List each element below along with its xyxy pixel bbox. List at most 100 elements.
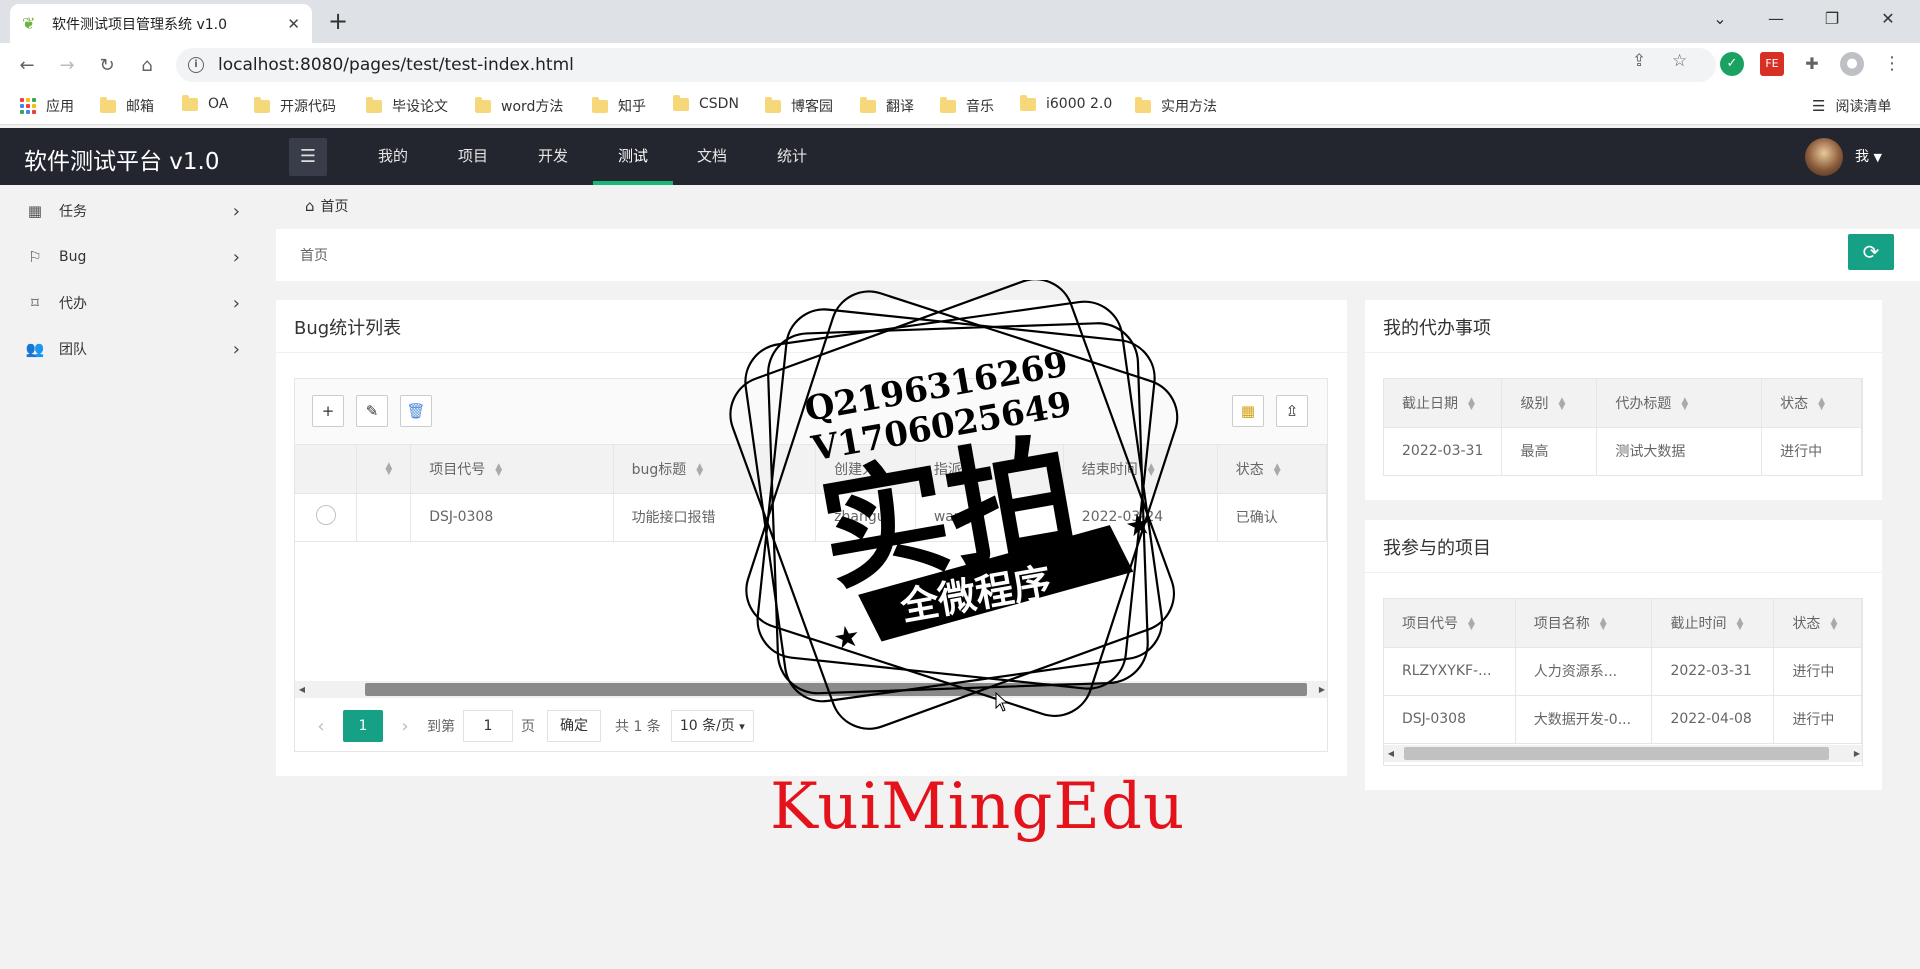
horizontal-scrollbar[interactable]: ◀ ▶ <box>1384 745 1862 762</box>
bookmark-folder[interactable]: 音乐 <box>940 96 994 116</box>
refresh-button[interactable]: ⟳ <box>1848 234 1894 270</box>
col-status[interactable]: 状态 ▲ ▼ <box>1217 445 1327 494</box>
reading-list[interactable]: ☰ 阅读清单 <box>1812 96 1891 116</box>
app-header: 软件测试平台 v1.0 ☰ 我的 项目 开发 测试 文档 统计 我 ▼ <box>0 128 1920 185</box>
table-row[interactable]: RLZYXYKF-... 人力资源系... 2022-03-31 进行中 <box>1384 647 1862 696</box>
goto-confirm-button[interactable]: 确定 <box>547 710 601 742</box>
bookmark-label: 知乎 <box>618 99 646 115</box>
sidebar-item-label: Bug <box>59 249 87 265</box>
menu-toggle-icon[interactable]: ☰ <box>289 138 327 176</box>
nav-mine[interactable]: 我的 <box>368 128 418 185</box>
scroll-left-icon[interactable]: ◀ <box>1384 745 1398 762</box>
user-menu[interactable]: 我 ▼ <box>1855 146 1882 166</box>
sort-icon: ▲ ▼ <box>385 460 393 477</box>
bookmark-folder[interactable]: 实用方法 <box>1135 96 1217 116</box>
tab-search-icon[interactable]: ⌄ <box>1692 0 1748 38</box>
home-icon[interactable]: ⌂ <box>132 51 162 81</box>
edit-button[interactable]: ✎ <box>356 395 388 427</box>
bookmark-folder[interactable]: 毕设论文 <box>366 96 448 116</box>
nav-develop[interactable]: 开发 <box>528 128 578 185</box>
nav-test[interactable]: 测试 <box>593 128 673 185</box>
share-icon[interactable]: ⇪ <box>1632 51 1646 71</box>
col-level[interactable]: 级别 ▲ ▼ <box>1501 379 1598 428</box>
bookmark-folder[interactable]: 邮箱 <box>100 96 154 116</box>
folder-icon <box>592 96 608 113</box>
minimize-icon[interactable]: — <box>1748 0 1804 38</box>
current-page[interactable]: 1 <box>343 710 383 742</box>
scroll-right-icon[interactable]: ▶ <box>1315 681 1327 698</box>
bookmark-star-icon[interactable]: ☆ <box>1672 51 1687 71</box>
col-deadline[interactable]: 截止时间 ▲ ▼ <box>1651 599 1775 648</box>
reload-icon[interactable]: ↻ <box>92 51 122 81</box>
user-avatar[interactable] <box>1805 138 1843 176</box>
extensions-puzzle-icon[interactable]: ✚ <box>1800 52 1824 76</box>
sidebar-item-tasks[interactable]: ▦ 任务 › <box>0 188 275 234</box>
fe-extension-icon[interactable]: FE <box>1760 52 1784 76</box>
folder-icon <box>1135 96 1151 113</box>
close-window-icon[interactable]: ✕ <box>1860 0 1916 38</box>
table-row[interactable]: DSJ-0308 大数据开发-0... 2022-04-08 进行中 <box>1384 695 1862 744</box>
sort-icon: ▲ ▼ <box>1599 615 1607 632</box>
col-project-code[interactable]: 项目代号 ▲ ▼ <box>1384 599 1516 648</box>
row-radio[interactable] <box>315 505 336 525</box>
breadcrumb[interactable]: ⌂ 首页 <box>305 196 349 216</box>
site-info-icon[interactable]: i <box>188 57 204 73</box>
goto-page-input[interactable]: 1 <box>463 710 513 742</box>
bookmark-folder[interactable]: OA <box>182 94 228 112</box>
sidebar-item-todo[interactable]: ⌑ 代办 › <box>0 280 275 326</box>
close-tab-icon[interactable]: ✕ <box>287 15 300 33</box>
new-tab-button[interactable]: + <box>324 8 352 36</box>
col-project-name[interactable]: 项目名称 ▲ ▼ <box>1515 599 1653 648</box>
total-count: 共 1 条 <box>615 719 661 735</box>
profile-icon[interactable]: ● <box>1840 52 1864 76</box>
col-bug-title[interactable]: bug标题 ▲ ▼ <box>613 445 817 494</box>
bookmark-folder[interactable]: 博客园 <box>765 96 833 116</box>
col-assignee[interactable]: 指派人 <box>915 445 1064 494</box>
bookmark-folder[interactable]: word方法 <box>475 96 563 116</box>
next-page-icon[interactable]: › <box>393 716 417 737</box>
scroll-thumb[interactable] <box>1404 747 1829 760</box>
horizontal-scrollbar[interactable]: ◀ ▶ <box>295 681 1327 698</box>
nav-docs[interactable]: 文档 <box>687 128 737 185</box>
card-title: Bug统计列表 <box>294 318 402 339</box>
col-todo-title[interactable]: 代办标题 ▲ ▼ <box>1596 379 1763 428</box>
forward-icon[interactable]: → <box>52 51 82 81</box>
bookmark-folder[interactable]: 翻译 <box>860 96 914 116</box>
col-status[interactable]: 状态 ▲ ▼ <box>1773 599 1862 648</box>
add-button[interactable]: + <box>312 395 344 427</box>
nav-stats[interactable]: 统计 <box>767 128 817 185</box>
table-row[interactable]: 2022-03-31 最高 测试大数据 进行中 <box>1384 427 1862 475</box>
restore-icon[interactable]: ❐ <box>1804 0 1860 38</box>
caret-down-icon: ▼ <box>1873 151 1882 164</box>
table-row[interactable]: DSJ-0308 功能接口报错 zhangu wang 2022-03-24 已… <box>295 493 1327 542</box>
col-creator[interactable]: 创建人 <box>815 445 916 494</box>
col-end-time[interactable]: 结束时间 ▲ ▼ <box>1063 445 1218 494</box>
export-button[interactable]: ⇫ <box>1276 395 1308 427</box>
browser-menu-icon[interactable]: ⋮ <box>1880 52 1904 76</box>
back-icon[interactable]: ← <box>12 51 42 81</box>
users-icon: 👥 <box>25 340 45 358</box>
bookmark-folder[interactable]: CSDN <box>673 94 739 112</box>
browser-tab[interactable]: ❦ 软件测试项目管理系统 v1.0 ✕ <box>10 4 312 43</box>
scroll-thumb[interactable] <box>365 683 1307 696</box>
col-project-code[interactable]: 项目代号 ▲ ▼ <box>410 445 614 494</box>
col-blank[interactable]: ▲ ▼ <box>356 445 412 494</box>
scroll-left-icon[interactable]: ◀ <box>295 681 309 698</box>
page-size-select[interactable]: 10 条/页 ▾ <box>670 710 754 742</box>
todo-table-container: 截止日期 ▲ ▼ 级别 ▲ ▼ 代办标题 ▲ ▼ 状态 ▲ ▼ 2022-03-31 最高 测试… <box>1383 378 1863 476</box>
nav-project[interactable]: 项目 <box>448 128 498 185</box>
prev-page-icon[interactable]: ‹ <box>309 716 333 737</box>
col-status[interactable]: 状态 ▲ ▼ <box>1761 379 1862 428</box>
address-bar[interactable]: i localhost:8080/pages/test/test-index.h… <box>176 48 1716 82</box>
bookmark-folder[interactable]: 知乎 <box>592 96 646 116</box>
sidebar-item-bug[interactable]: ⚐ Bug › <box>0 234 275 280</box>
scroll-right-icon[interactable]: ▶ <box>1850 745 1862 762</box>
bookmark-folder[interactable]: i6000 2.0 <box>1020 94 1112 112</box>
columns-button[interactable]: ▦ <box>1232 395 1264 427</box>
bookmark-folder[interactable]: 开源代码 <box>254 96 336 116</box>
col-due-date[interactable]: 截止日期 ▲ ▼ <box>1384 379 1503 428</box>
shield-extension-icon[interactable]: ✓ <box>1720 52 1744 76</box>
delete-button[interactable]: 🗑 <box>400 395 432 427</box>
bookmark-apps[interactable]: 应用 <box>20 96 74 116</box>
sidebar-item-team[interactable]: 👥 团队 › <box>0 326 275 372</box>
